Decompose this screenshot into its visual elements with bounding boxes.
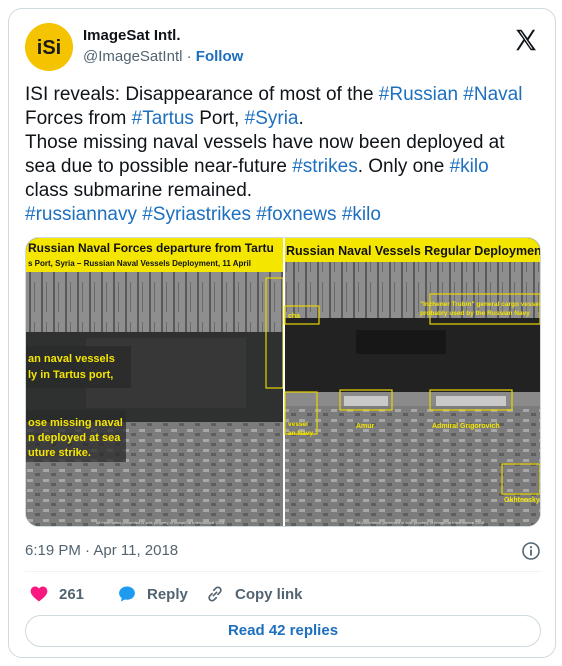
right-panel: Russian Naval Vessels Regular Deployment… xyxy=(284,238,541,526)
cha-label: cha xyxy=(288,313,300,320)
reply-bubble-icon xyxy=(119,586,135,602)
handle-separator: · xyxy=(186,48,192,65)
avatar-logo-text: iSi xyxy=(37,37,61,59)
timestamp[interactable]: 6:19 PM · Apr 11, 2018 xyxy=(25,542,178,559)
amur-label: Amur xyxy=(356,423,375,430)
read-replies-button[interactable]: Read 42 replies xyxy=(25,615,541,647)
follow-button[interactable]: Follow xyxy=(196,48,244,65)
handle-row: @ImageSatIntl · Follow xyxy=(83,47,243,67)
cargo-label-line-1: "Inzhener Trubin" general cargo vessel xyxy=(420,301,541,308)
copy-link-label: Copy link xyxy=(235,585,303,603)
tweet-card: iSi ImageSat Intl. @ImageSatIntl · Follo… xyxy=(8,8,556,658)
hashtag-link[interactable]: #Syriastrikes xyxy=(142,204,251,225)
left-note-2-line-3: uture strike. xyxy=(28,447,91,459)
vessel-label-line-2: an Navy xyxy=(288,430,313,437)
reply-label: Reply xyxy=(147,585,188,603)
tweet-text-segment: Port, xyxy=(193,108,245,129)
tweet-media-image[interactable]: Russian Naval Forces departure from Tart… xyxy=(25,237,541,527)
left-note-2-line-1: ose missing naval xyxy=(28,417,123,429)
panel-divider xyxy=(283,238,285,526)
heart-icon xyxy=(30,586,48,602)
author-names: ImageSat Intl. @ImageSatIntl · Follow xyxy=(83,27,243,67)
tweet-text-segment: ISI reveals: Disappearance of most of th… xyxy=(25,84,379,105)
like-button[interactable]: 261 xyxy=(29,577,84,611)
vessel-label-line-1: vessel xyxy=(288,421,308,428)
hashtag-link[interactable]: #Tartus xyxy=(132,108,194,129)
link-icon xyxy=(208,586,222,602)
hashtag-link[interactable]: #Syria xyxy=(245,108,299,129)
like-count: 261 xyxy=(59,585,85,603)
left-note-1-line-2: ly in Tartus port, xyxy=(28,369,113,381)
tweet-text-segment: class submarine remained. xyxy=(25,180,253,201)
info-icon[interactable] xyxy=(521,541,541,561)
tweet-text: ISI reveals: Disappearance of most of th… xyxy=(25,83,541,227)
right-footer: All information presented is sole proper… xyxy=(356,520,485,525)
left-note-1-line-1: an naval vessels xyxy=(28,353,115,365)
right-banner-title: Russian Naval Vessels Regular Deployment xyxy=(286,244,541,258)
left-banner-title: Russian Naval Forces departure from Tart… xyxy=(28,241,274,255)
cargo-label-line-2: probably used by the Russian Navy xyxy=(420,310,530,317)
author-handle[interactable]: @ImageSatIntl xyxy=(83,48,182,65)
left-note-2-line-2: n deployed at sea xyxy=(28,432,121,444)
timestamp-row: 6:19 PM · Apr 11, 2018 xyxy=(25,539,541,563)
x-logo-icon[interactable] xyxy=(513,27,539,53)
okhtensky-label: Okhtensky xyxy=(504,497,540,504)
tweet-text-segment: Forces from xyxy=(25,108,127,129)
tweet-header: iSi ImageSat Intl. @ImageSatIntl · Follo… xyxy=(25,23,539,71)
reply-button[interactable]: Reply xyxy=(117,577,188,611)
left-banner-subtitle: s Port, Syria – Russian Naval Vessels De… xyxy=(28,259,251,268)
hashtag-link[interactable]: #Russian xyxy=(379,84,458,105)
hashtag-link[interactable]: #Naval xyxy=(463,84,522,105)
hashtag-link[interactable]: #kilo xyxy=(342,204,381,225)
grigorovich-label: Admiral Grigorovich xyxy=(432,423,500,430)
avatar[interactable]: iSi xyxy=(25,23,73,71)
hashtag-link[interactable]: #strikes xyxy=(292,156,357,177)
hashtag-link[interactable]: #russiannavy xyxy=(25,204,137,225)
hashtag-link[interactable]: #kilo xyxy=(450,156,489,177)
author-display-name[interactable]: ImageSat Intl. xyxy=(83,27,243,45)
hashtag-link[interactable]: #foxnews xyxy=(256,204,336,225)
satellite-image: Russian Naval Forces departure from Tart… xyxy=(26,238,541,526)
actions-divider xyxy=(25,571,541,572)
left-panel: Russian Naval Forces departure from Tart… xyxy=(26,238,284,526)
action-bar: 261 Reply Copy link xyxy=(25,577,541,611)
tweet-text-segment: . Only one xyxy=(357,156,450,177)
copy-link-button[interactable]: Copy link xyxy=(205,577,303,611)
left-footer: All information presented is sole proper… xyxy=(96,520,225,525)
